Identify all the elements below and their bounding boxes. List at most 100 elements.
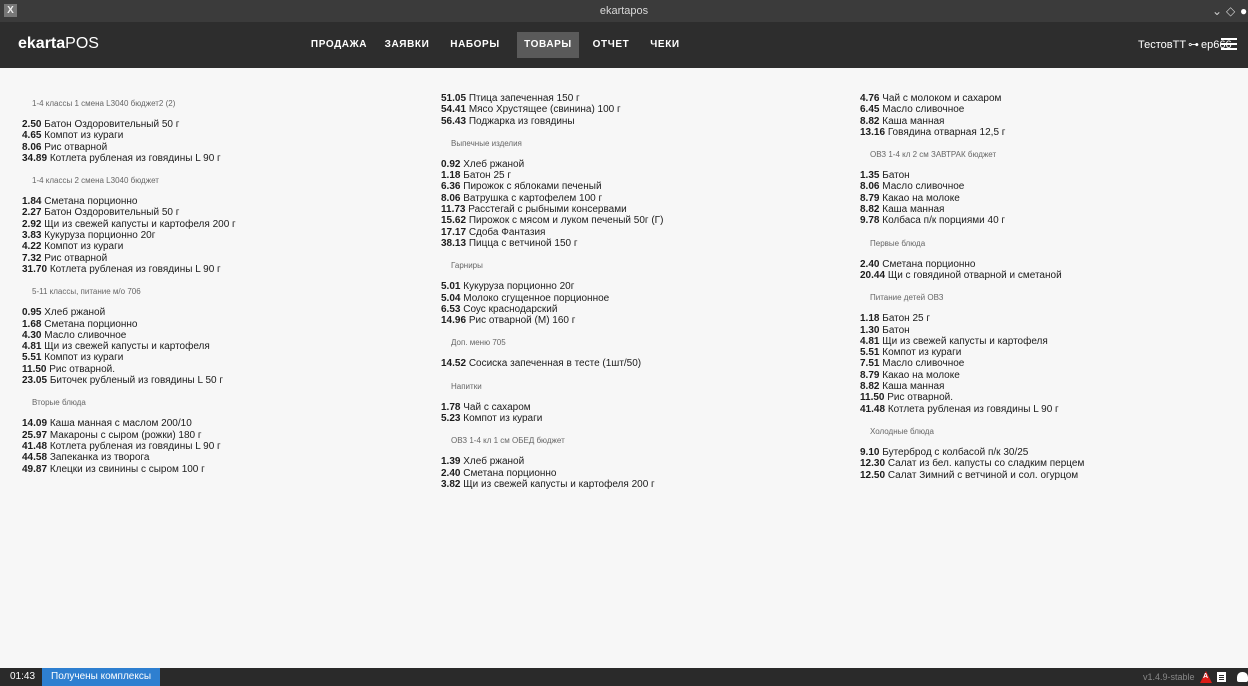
product-row[interactable]: 23.05 Биточек рубленый из говядины L 50 … [22, 375, 236, 386]
product-row[interactable]: 1.68 Сметана порционно [22, 319, 236, 330]
product-row[interactable]: 8.06 Рис отварной [22, 142, 236, 153]
product-row[interactable]: 5.04 Молоко сгущенное порционное [441, 293, 663, 304]
product-row[interactable]: 51.05 Птица запеченная 150 г [441, 93, 663, 104]
product-row[interactable]: 5.23 Компот из кураги [441, 413, 663, 424]
key-icon: ⊶ [1188, 39, 1200, 51]
product-row[interactable]: 4.81 Щи из свежей капусты и картофеля [860, 336, 1084, 347]
product-row[interactable]: 12.30 Салат из бел. капусты со сладким п… [860, 458, 1084, 469]
product-price: 9.10 [860, 446, 880, 458]
product-row[interactable]: 1.39 Хлеб ржаной [441, 456, 663, 467]
product-price: 1.35 [860, 170, 880, 182]
tab-receipts[interactable]: ЧЕКИ [644, 32, 686, 58]
product-row[interactable]: 4.81 Щи из свежей капусты и картофеля [22, 341, 236, 352]
product-row[interactable]: 9.78 Колбаса п/к порциями 40 г [860, 215, 1084, 226]
product-row[interactable]: 1.18 Батон 25 г [860, 313, 1084, 324]
product-row[interactable]: 11.73 Расстегай с рыбными консервами [441, 204, 663, 215]
product-row[interactable]: 8.79 Какао на молоке [860, 370, 1084, 381]
product-row[interactable]: 1.84 Сметана порционно [22, 196, 236, 207]
close-icon[interactable]: ● [1240, 0, 1247, 22]
product-row[interactable]: 1.78 Чай с сахаром [441, 402, 663, 413]
product-row[interactable]: 8.82 Каша манная [860, 204, 1084, 215]
product-row[interactable]: 7.32 Рис отварной [22, 253, 236, 264]
product-row[interactable]: 5.51 Компот из кураги [860, 347, 1084, 358]
product-row[interactable]: 8.79 Какао на молоке [860, 193, 1084, 204]
product-name: Рис отварной [44, 252, 108, 264]
product-group: Питание детей ОВЗ 1.18 Батон 25 г 1.30 Бат… [860, 289, 1084, 421]
product-row[interactable]: 9.10 Бутерброд с колбасой п/к 30/25 [860, 447, 1084, 458]
product-row[interactable]: 8.06 Ватрушка с картофелем 100 г [441, 193, 663, 204]
group-heading: 1-4 классы 2 смена L3040 бюджет [32, 176, 159, 186]
product-price: 8.06 [22, 141, 42, 153]
product-row[interactable]: 31.70 Котлета рубленая из говядины L 90 … [22, 264, 236, 275]
product-row[interactable]: 6.36 Пирожок с яблоками печеный [441, 181, 663, 192]
product-name: Каша манная [882, 115, 945, 127]
product-name: Масло сливочное [882, 358, 965, 370]
product-row[interactable]: 2.92 Щи из свежей капусты и картофеля 20… [22, 219, 236, 230]
product-row[interactable]: 20.44 Щи с говядиной отварной и сметаной [860, 270, 1084, 281]
product-row[interactable]: 6.53 Соус краснодарский [441, 304, 663, 315]
product-row[interactable]: 3.82 Щи из свежей капусты и картофеля 20… [441, 479, 663, 490]
hamburger-menu-icon[interactable] [1221, 38, 1237, 50]
product-price: 5.01 [441, 281, 461, 293]
product-row[interactable]: 1.30 Батон [860, 325, 1084, 336]
document-icon[interactable] [1217, 672, 1226, 682]
product-price: 3.83 [22, 230, 42, 242]
tab-sets[interactable]: НАБОРЫ [444, 32, 506, 58]
product-row[interactable]: 4.30 Масло сливочное [22, 330, 236, 341]
tab-products[interactable]: ТОВАРЫ [517, 32, 579, 58]
product-row[interactable]: 41.48 Котлета рубленая из говядины L 90 … [22, 441, 236, 452]
product-row[interactable]: 2.40 Сметана порционно [860, 259, 1084, 270]
product-row[interactable]: 5.01 Кукуруза порционно 20г [441, 281, 663, 292]
product-row[interactable]: 4.22 Компот из кураги [22, 241, 236, 252]
cloud-sync-icon[interactable] [1237, 672, 1248, 682]
product-row[interactable]: 14.09 Каша манная с маслом 200/10 [22, 418, 236, 429]
product-row[interactable]: 2.50 Батон Оздоровительный 50 г [22, 119, 236, 130]
product-row[interactable]: 2.40 Сметана порционно [441, 468, 663, 479]
product-row[interactable]: 0.95 Хлеб ржаной [22, 307, 236, 318]
brand-logo[interactable]: ekartaPOS [18, 22, 99, 66]
product-row[interactable]: 8.82 Каша манная [860, 381, 1084, 392]
tab-report[interactable]: ОТЧЕТ [586, 32, 636, 58]
product-row[interactable]: 54.41 Мясо Хрустящее (свинина) 100 г [441, 104, 663, 115]
product-row[interactable]: 3.83 Кукуруза порционно 20г [22, 230, 236, 241]
product-row[interactable]: 11.50 Рис отварной. [860, 392, 1084, 403]
product-row[interactable]: 13.16 Говядина отварная 12,5 г [860, 127, 1084, 138]
product-row[interactable]: 17.17 Сдоба Фантазия [441, 227, 663, 238]
product-name: Масло сливочное [882, 181, 965, 193]
product-row[interactable]: 14.52 Сосиска запеченная в тесте (1шт/50… [441, 358, 663, 369]
product-price: 11.73 [441, 204, 466, 216]
product-row[interactable]: 38.13 Пицца с ветчиной 150 г [441, 238, 663, 249]
maximize-diamond-icon[interactable]: ◇ [1226, 0, 1235, 22]
product-row[interactable]: 6.45 Масло сливочное [860, 104, 1084, 115]
product-row[interactable]: 5.51 Компот из кураги [22, 352, 236, 363]
user-info[interactable]: ТестовТТ ⊶ ep666 [1138, 22, 1232, 68]
minimize-chevron-down-icon[interactable]: ⌄ [1212, 0, 1222, 22]
product-row[interactable]: 2.27 Батон Оздоровительный 50 г [22, 207, 236, 218]
product-price: 17.17 [441, 226, 467, 238]
product-row[interactable]: 11.50 Рис отварной. [22, 364, 236, 375]
product-row[interactable]: 34.89 Котлета рубленая из говядины L 90 … [22, 153, 236, 164]
product-price: 6.36 [441, 181, 461, 193]
product-row[interactable]: 41.48 Котлета рубленая из говядины L 90 … [860, 404, 1084, 415]
product-row[interactable]: 4.76 Чай с молоком и сахаром [860, 93, 1084, 104]
product-price: 14.52 [441, 358, 467, 370]
product-price: 23.05 [22, 375, 48, 387]
product-row[interactable]: 1.35 Батон [860, 170, 1084, 181]
product-row[interactable]: 8.82 Каша манная [860, 116, 1084, 127]
product-row[interactable]: 4.65 Компот из кураги [22, 130, 236, 141]
tab-orders[interactable]: ЗАЯВКИ [378, 32, 436, 58]
product-row[interactable]: 15.62 Пирожок с мясом и луком печеный 50… [441, 215, 663, 226]
product-price: 14.96 [441, 315, 467, 327]
product-row[interactable]: 25.97 Макароны с сыром (рожки) 180 г [22, 430, 236, 441]
product-price: 1.78 [441, 401, 461, 413]
product-row[interactable]: 0.92 Хлеб ржаной [441, 159, 663, 170]
product-row[interactable]: 56.43 Поджарка из говядины [441, 116, 663, 127]
product-row[interactable]: 49.87 Клецки из свинины с сыром 100 г [22, 464, 236, 475]
product-row[interactable]: 14.96 Рис отварной (М) 160 г [441, 315, 663, 326]
product-row[interactable]: 7.51 Масло сливочное [860, 358, 1084, 369]
product-row[interactable]: 12.50 Салат Зимний с ветчиной и сол. огу… [860, 470, 1084, 481]
product-row[interactable]: 1.18 Батон 25 г [441, 170, 663, 181]
product-row[interactable]: 44.58 Запеканка из творога [22, 452, 236, 463]
tab-sale[interactable]: ПРОДАЖА [304, 32, 374, 58]
product-row[interactable]: 8.06 Масло сливочное [860, 181, 1084, 192]
